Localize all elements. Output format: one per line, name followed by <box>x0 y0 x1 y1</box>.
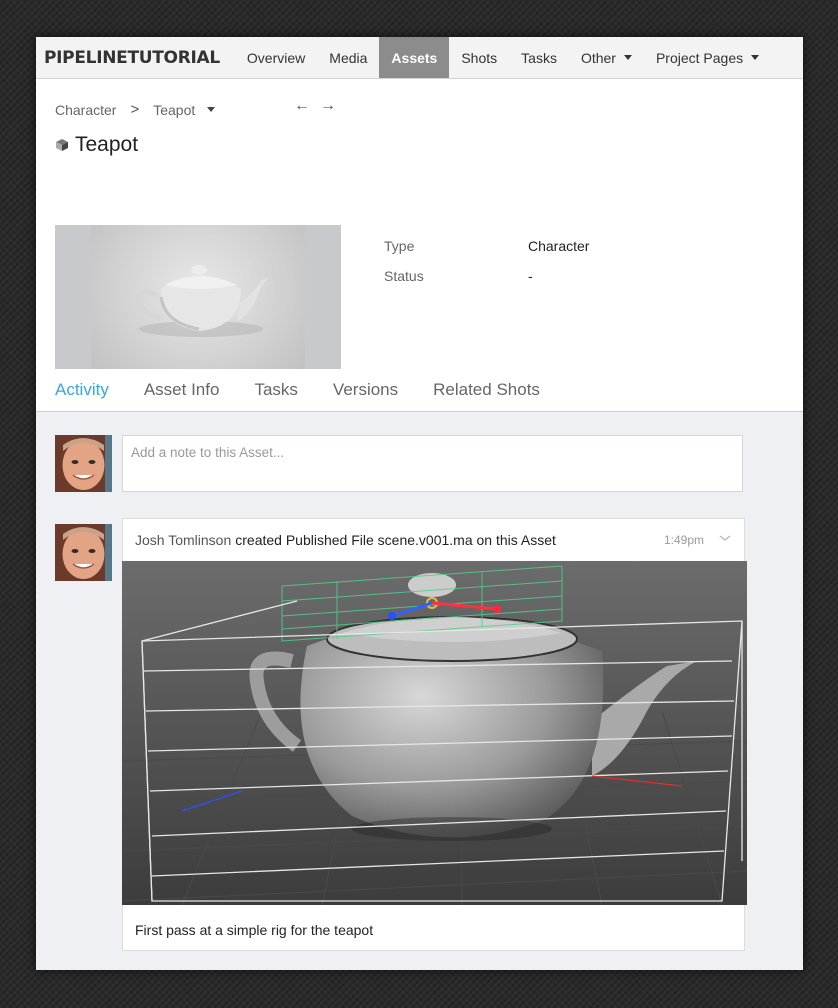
activity-timestamp: 1:49pm <box>663 533 704 547</box>
type-value[interactable]: Character <box>528 238 589 268</box>
asset-title: Teapot <box>75 133 139 156</box>
tab-tasks[interactable]: Tasks <box>254 380 297 400</box>
activity-caption: First pass at a simple rig for the teapo… <box>135 922 374 938</box>
caret-down-icon[interactable] <box>207 107 216 112</box>
teapot-thumbnail-image <box>136 265 269 337</box>
arrow-left-icon[interactable]: ← <box>294 97 320 114</box>
brand-logo[interactable]: PIPELINETUTORIAL <box>36 37 229 78</box>
nav-shots[interactable]: Shots <box>449 37 509 78</box>
top-navbar: PIPELINETUTORIAL Overview Media Assets S… <box>36 37 803 79</box>
user-photo-icon <box>55 524 112 581</box>
tab-asset-info[interactable]: Asset Info <box>144 380 220 400</box>
asset-thumbnail[interactable] <box>55 225 341 386</box>
asset-header-panel: Character > Teapot ←→ Teapot Type Charac… <box>36 79 803 411</box>
breadcrumb-separator: > <box>130 101 140 118</box>
field-type: Type Character <box>384 238 589 268</box>
activity-header: Josh Tomlinson created Published File sc… <box>123 519 744 561</box>
activity-user-link[interactable]: Josh Tomlinson <box>135 532 231 548</box>
nav-project-pages[interactable]: Project Pages <box>644 37 771 78</box>
avatar <box>55 435 112 492</box>
user-photo-icon <box>55 435 112 492</box>
page-title: Teapot <box>55 133 138 157</box>
nav-assets[interactable]: Assets <box>379 37 450 78</box>
arrow-right-icon[interactable]: → <box>320 97 346 114</box>
note-text-field[interactable] <box>131 445 734 460</box>
activity-description: created Published File scene.v001.ma on … <box>235 532 556 548</box>
nav-overview[interactable]: Overview <box>235 37 317 78</box>
tab-versions[interactable]: Versions <box>333 380 398 400</box>
app-window: PIPELINETUTORIAL Overview Media Assets S… <box>36 37 803 970</box>
avatar <box>55 524 112 581</box>
cube-icon <box>56 139 68 151</box>
breadcrumb-current[interactable]: Teapot <box>153 102 195 118</box>
asset-tabs: Activity Asset Info Tasks Versions Relat… <box>36 369 803 412</box>
nav-tasks[interactable]: Tasks <box>509 37 569 78</box>
chevron-down-icon[interactable] <box>718 531 732 545</box>
tab-activity[interactable]: Activity <box>55 380 109 400</box>
tab-related-shots[interactable]: Related Shots <box>433 380 540 400</box>
status-value[interactable]: - <box>528 268 533 298</box>
caret-down-icon <box>623 55 632 60</box>
record-navigation: ←→ <box>294 97 346 115</box>
published-file-preview[interactable] <box>121 561 748 906</box>
activity-item: Josh Tomlinson created Published File sc… <box>121 518 748 951</box>
asset-fields: Type Character Status - <box>384 238 589 298</box>
breadcrumb-parent[interactable]: Character <box>55 102 116 118</box>
nav-media[interactable]: Media <box>317 37 379 78</box>
maya-viewport-image <box>121 561 748 906</box>
caret-down-icon <box>751 55 760 60</box>
nav-other[interactable]: Other <box>569 37 644 78</box>
note-input[interactable] <box>122 435 743 492</box>
field-status: Status - <box>384 268 589 298</box>
breadcrumb: Character > Teapot <box>55 101 216 118</box>
